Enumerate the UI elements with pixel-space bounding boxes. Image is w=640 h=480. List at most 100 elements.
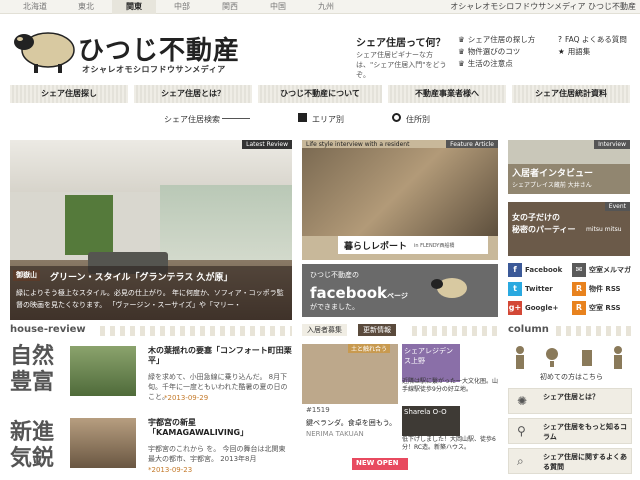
interview-title: 入居者インタビュー xyxy=(512,169,594,179)
facebook-banner-bottom: ができました。 xyxy=(310,303,359,311)
nav-about[interactable]: ひつじ不動産について xyxy=(258,85,382,103)
region-chubu[interactable]: 中部 xyxy=(160,0,204,14)
facebook-icon: f xyxy=(508,263,522,277)
listing-code: #1519 xyxy=(306,406,330,414)
nav-for-business[interactable]: 不動産事業者様へ xyxy=(388,85,506,103)
review-desc-2: 宇都宮のこれから を。 今回の舞台は北関東最大の都市、宇都宮。 2013年8月 xyxy=(148,445,286,463)
link-life-notes[interactable]: ♛ 生活の注意点 xyxy=(458,58,513,69)
rss-icon: R xyxy=(572,282,586,296)
listing-card-2[interactable]: シェアレジデンス上野 近隣は駅に繋がった一大文化圏。山手線駅徒歩9分の好立地。 xyxy=(402,344,498,402)
social-vacancy-rss[interactable]: R 空室 RSS xyxy=(572,300,632,316)
site-title[interactable]: ひつじ不動産 xyxy=(78,30,240,67)
crown-icon: ♛ xyxy=(458,59,465,68)
social-twitter[interactable]: t Twitter xyxy=(508,281,568,297)
hero-title[interactable]: グリーン・スタイル「グランテラス 久が原」 xyxy=(50,270,233,283)
search-by-area[interactable]: エリア別 xyxy=(312,114,344,125)
nav-what-is-share[interactable]: シェア住居とは？ xyxy=(134,85,252,103)
star-icon: ★ xyxy=(558,47,565,56)
region-hokkaido[interactable]: 北海道 xyxy=(10,0,60,14)
link-glossary[interactable]: ★ 用語集 xyxy=(558,46,590,57)
search-row: シェア住居検索 エリア別 住所別 xyxy=(0,112,640,126)
region-kyushu[interactable]: 九州 xyxy=(304,0,348,14)
mail-icon: ✉ xyxy=(572,263,586,277)
link-how-to-search[interactable]: ♛ シェア住居の探し方 xyxy=(458,34,535,45)
feature-label: 暮らしレポート xyxy=(344,242,408,252)
link-choosing-tips[interactable]: ♛ 物件選びのコツ xyxy=(458,46,520,57)
listing-card-3[interactable]: Sharela O-O 低下げしました！大岡山駅、徒歩6分！RC造。新築ハウス。 xyxy=(402,406,498,458)
column-learn-more[interactable]: ⚲ シェア住居をもっと知るコラム xyxy=(508,418,632,444)
target-icon xyxy=(392,113,401,122)
listing-card-1[interactable]: 土と触れ合う #1519 鍵ベランダ。食卓を囲もう。 NERIMA TAKUAN xyxy=(302,344,398,456)
social-facebook[interactable]: f Facebook xyxy=(508,262,568,278)
link-faq[interactable]: ? FAQ よくある質問 xyxy=(558,34,627,45)
event-title: 女の子だけの xyxy=(512,213,560,222)
social-property-rss[interactable]: R 物件 RSS xyxy=(572,281,632,297)
lightbulb-icon: ✺ xyxy=(517,394,528,408)
tab-recruit[interactable]: 入居者募集 xyxy=(302,324,347,336)
latest-review-badge: Latest Review xyxy=(242,140,292,149)
checker-divider xyxy=(100,326,292,336)
site-subtitle: オシャレオモシロフドウサンメディア xyxy=(82,65,226,74)
listing-text-1: 鍵ベランダ。食卓を囲もう。 xyxy=(306,419,397,427)
social-google-plus[interactable]: g+ Google+ xyxy=(508,300,568,316)
top-tagline: オシャレオモシロフドウサンメディア ひつじ不動産 xyxy=(450,2,636,11)
review-date-1: *2013-09-29 xyxy=(164,394,209,402)
search-by-address[interactable]: 住所別 xyxy=(406,114,430,125)
facebook-banner-brand: facebookページ xyxy=(310,284,408,302)
crown-icon: ♛ xyxy=(458,47,465,56)
listing-name: NERIMA TAKUAN xyxy=(306,430,364,438)
house-review-heading: house-review xyxy=(10,324,86,335)
hero-review[interactable]: Latest Review 御嶽山 グリーン・スタイル「グランテラス 久が原」 … xyxy=(10,140,292,320)
review-date-2: *2013-09-23 xyxy=(148,466,193,474)
google-plus-icon: g+ xyxy=(508,301,522,315)
review-thumbnail-1[interactable] xyxy=(70,346,136,396)
plug-icon: ⚲ xyxy=(517,424,526,438)
column-what-is-share[interactable]: ✺ シェア住居とは？ xyxy=(508,388,632,414)
grid-icon xyxy=(298,113,307,122)
social-mail-magazine[interactable]: ✉ 空室メルマガ xyxy=(572,262,632,278)
interview-sub: シェアプレイス蔵前 大井さん xyxy=(512,182,592,189)
arrow-right-icon xyxy=(222,118,250,119)
region-tohoku[interactable]: 東北 xyxy=(64,0,108,14)
review-thumbnail-2[interactable] xyxy=(70,418,136,468)
question-icon: ? xyxy=(558,35,562,44)
review-kanji-2: 新進気鋭 xyxy=(10,420,55,471)
review-title-1[interactable]: 木の葉揺れの要塞「コンフォート町田栗平」 xyxy=(148,346,292,366)
column-beginner-label[interactable]: 初めての方はこちら xyxy=(540,372,603,382)
twitter-icon: t xyxy=(508,282,522,296)
event-sub: mitsu mitsu xyxy=(586,226,622,233)
rss-icon: R xyxy=(572,301,586,315)
hero-location: 御嶽山 xyxy=(13,270,40,281)
new-open-badge[interactable]: NEW OPEN xyxy=(352,458,408,470)
region-bar: 北海道 東北 関東 中部 関西 中国 九州 オシャレオモシロフドウサンメディア … xyxy=(0,0,640,14)
hero-description: 緑によりそう極上なスタイル。必見の仕上がり。 年に何度か、ソフィア・コッポラ監督… xyxy=(16,289,284,309)
region-chugoku[interactable]: 中国 xyxy=(256,0,300,14)
facebook-banner-top: ひつじ不動産の xyxy=(310,271,359,279)
tab-update[interactable]: 更新情報 xyxy=(358,324,396,336)
event-title-2: 秘密のパーティー xyxy=(512,225,576,234)
event-card[interactable]: Event 女の子だけの 秘密のパーティー mitsu mitsu xyxy=(508,202,630,256)
sheep-logo-icon[interactable] xyxy=(10,26,76,74)
intro-text: シェア住居ビギナーな方は、"シェア住居入門"をどうぞ。 xyxy=(356,51,447,79)
feature-label-sub: in FLENDY西船橋 xyxy=(414,243,455,249)
facebook-banner[interactable]: ひつじ不動産の facebookページ ができました。 xyxy=(302,264,498,317)
sheep-icon xyxy=(431,278,467,298)
interview-card[interactable]: Interview 入居者インタビュー シェアプレイス蔵前 大井さん xyxy=(508,140,630,194)
column-faq[interactable]: ⌕ シェア住居に関するよくある質問 xyxy=(508,448,632,474)
search-label: シェア住居検索 xyxy=(164,115,220,124)
region-kansai[interactable]: 関西 xyxy=(208,0,252,14)
magnifier-icon: ⌕ xyxy=(517,454,524,468)
crown-icon: ♛ xyxy=(458,35,465,44)
beginner-illustration-icon xyxy=(516,346,622,369)
feature-header: Life style interview with a resident xyxy=(306,141,410,148)
main-nav: シェア住居探し シェア住居とは？ ひつじ不動産について 不動産事業者様へ シェア… xyxy=(10,85,630,103)
intro-title[interactable]: シェア住居って何？ xyxy=(356,34,446,49)
region-kanto[interactable]: 関東 xyxy=(112,0,156,14)
review-title-2[interactable]: 宇都宮の新星「KAMAGAWALIVING」 xyxy=(148,418,292,438)
review-kanji-1: 自然豊富 xyxy=(10,344,55,395)
nav-share-search[interactable]: シェア住居探し xyxy=(10,85,128,103)
feature-photo xyxy=(302,148,498,236)
column-heading: column xyxy=(508,324,549,335)
nav-statistics[interactable]: シェア住居統計資料 xyxy=(512,85,630,103)
feature-article[interactable]: Life style interview with a resident Fea… xyxy=(302,140,498,260)
